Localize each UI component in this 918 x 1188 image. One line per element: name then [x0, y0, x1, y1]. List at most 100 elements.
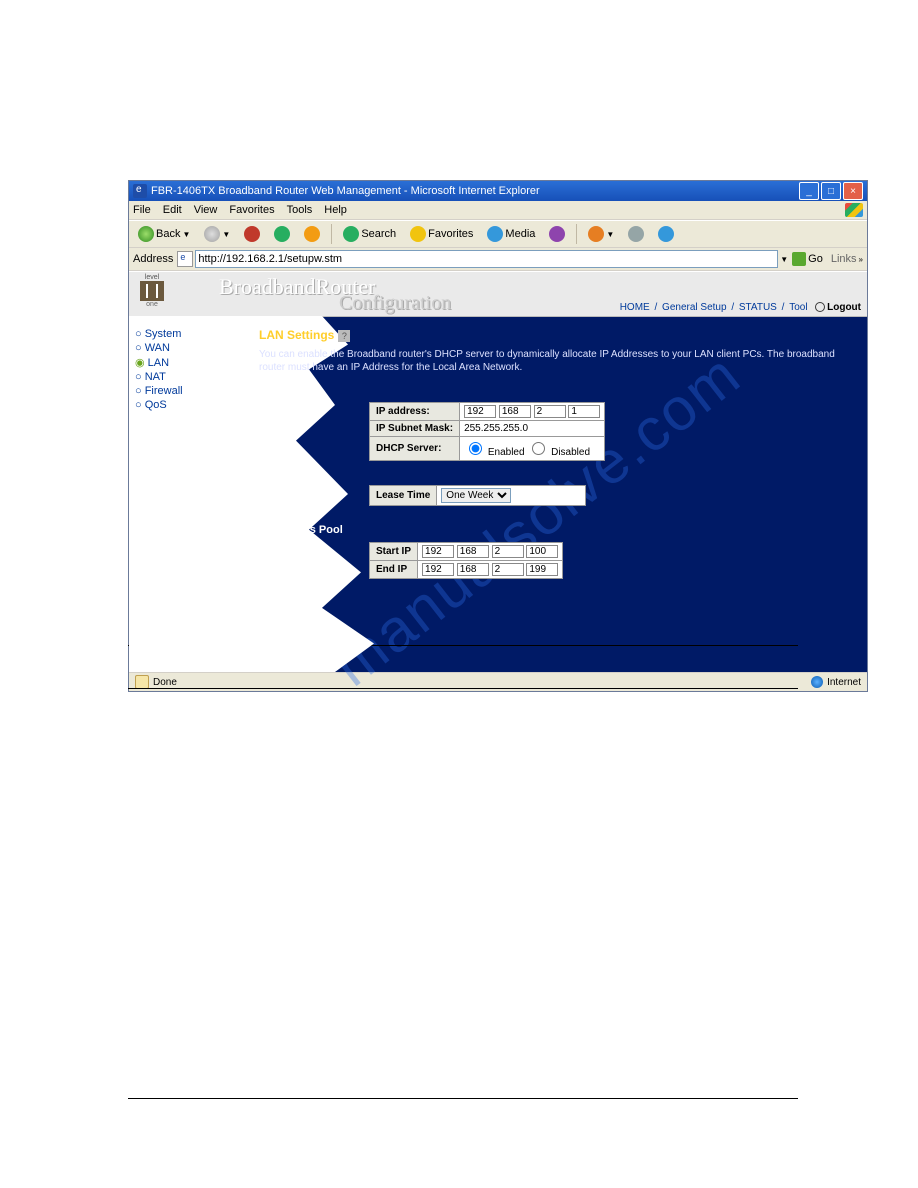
window-maximize-button[interactable]: □ [821, 182, 841, 200]
window-close-button[interactable]: × [843, 182, 863, 200]
back-icon [138, 226, 154, 242]
ip-octet-3[interactable] [534, 405, 566, 418]
logout-icon [815, 302, 825, 312]
forward-icon [204, 226, 220, 242]
url-input[interactable] [195, 250, 778, 268]
sidebar: System WAN LAN NAT Firewall QoS [129, 316, 251, 672]
links-label[interactable]: Links [831, 253, 857, 265]
end-ip-3[interactable] [492, 563, 524, 576]
end-ip-1[interactable] [422, 563, 454, 576]
menubar: File Edit View Favorites Tools Help [129, 201, 867, 220]
sidebar-item-system[interactable]: System [135, 328, 245, 340]
logo-text-1: level [145, 274, 159, 281]
ip-pool-heading: IP Address Pool [259, 524, 851, 536]
ip-octet-2[interactable] [499, 405, 531, 418]
menu-file[interactable]: File [133, 204, 151, 216]
end-ip-4[interactable] [526, 563, 558, 576]
menu-view[interactable]: View [194, 204, 218, 216]
dhcp-enabled-option[interactable]: Enabled [464, 447, 524, 458]
stop-icon [244, 226, 260, 242]
subnet-value: 255.255.255.0 [460, 421, 605, 437]
window-title: FBR-1406TX Broadband Router Web Manageme… [151, 185, 540, 197]
back-button[interactable]: Back▼ [133, 223, 195, 245]
subnet-label: IP Subnet Mask: [370, 421, 460, 437]
brand-logo: level one [133, 274, 171, 312]
back-dropdown-icon[interactable]: ▼ [182, 230, 190, 239]
ip-pool-table: Start IP [369, 542, 563, 579]
favorites-label: Favorites [428, 228, 473, 240]
browser-window: FBR-1406TX Broadband Router Web Manageme… [128, 180, 868, 692]
ip-octet-1[interactable] [464, 405, 496, 418]
start-ip-4[interactable] [526, 545, 558, 558]
logo-text-2: one [146, 301, 158, 308]
start-ip-1[interactable] [422, 545, 454, 558]
menu-help[interactable]: Help [324, 204, 347, 216]
help-icon[interactable]: ? [338, 330, 350, 342]
media-button[interactable]: Media [482, 223, 540, 245]
history-button[interactable] [544, 223, 570, 245]
content: level one BroadbandRouter Configuration … [129, 271, 867, 672]
menu-tools[interactable]: Tools [287, 204, 313, 216]
product-title: BroadbandRouter Configuration [219, 274, 451, 315]
nav-status-link[interactable]: STATUS [739, 302, 777, 313]
search-button[interactable]: Search [338, 223, 401, 245]
nav-general-link[interactable]: General Setup [662, 302, 727, 313]
home-button[interactable] [299, 223, 325, 245]
refresh-button[interactable] [269, 223, 295, 245]
header-nav: HOME / General Setup / STATUS / Tool Log… [618, 302, 861, 313]
start-ip-2[interactable] [457, 545, 489, 558]
address-bar: Address ▼ Go Links» [129, 248, 867, 271]
end-ip-2[interactable] [457, 563, 489, 576]
nav-home-link[interactable]: HOME [620, 302, 650, 313]
start-ip-3[interactable] [492, 545, 524, 558]
print-button[interactable] [623, 223, 649, 245]
sidebar-item-wan[interactable]: WAN [135, 342, 245, 354]
toolbar-separator [576, 224, 577, 244]
sidebar-item-lan[interactable]: LAN [135, 356, 245, 369]
menu-edit[interactable]: Edit [163, 204, 182, 216]
go-button[interactable]: Go [792, 252, 823, 266]
ip-address-label: IP address: [370, 403, 460, 421]
edit-button[interactable] [653, 223, 679, 245]
back-label: Back [156, 228, 180, 240]
url-dropdown-icon[interactable]: ▼ [780, 255, 788, 264]
page-title: LAN Settings? [259, 328, 851, 342]
page-description: You can enable the Broadband router's DH… [259, 348, 851, 374]
window-titlebar: FBR-1406TX Broadband Router Web Manageme… [129, 181, 867, 201]
search-label: Search [361, 228, 396, 240]
media-icon [487, 226, 503, 242]
mail-icon [588, 226, 604, 242]
search-icon [343, 226, 359, 242]
stop-button[interactable] [239, 223, 265, 245]
forward-dropdown-icon[interactable]: ▼ [222, 230, 230, 239]
media-label: Media [505, 228, 535, 240]
go-label: Go [808, 253, 823, 265]
main-panel: LAN Settings? You can enable the Broadba… [251, 316, 867, 672]
sidebar-item-qos[interactable]: QoS [135, 399, 245, 411]
internet-zone-icon [811, 676, 823, 688]
logo-icon [140, 281, 164, 301]
lease-time-label: Lease Time [370, 486, 437, 506]
ip-octet-4[interactable] [568, 405, 600, 418]
sidebar-item-firewall[interactable]: Firewall [135, 385, 245, 397]
divider [128, 1098, 798, 1099]
logout-link[interactable]: Logout [827, 302, 861, 313]
mail-button[interactable]: ▼ [583, 223, 619, 245]
status-icon [135, 675, 149, 689]
internet-zone-label: Internet [827, 677, 861, 688]
history-icon [549, 226, 565, 242]
window-minimize-button[interactable]: _ [799, 182, 819, 200]
end-ip-label: End IP [370, 561, 418, 579]
lease-table: Lease Time One Week [369, 485, 586, 506]
lan-ip-heading: LAN IP [259, 384, 851, 396]
lease-time-select[interactable]: One Week [441, 488, 511, 503]
forward-button[interactable]: ▼ [199, 223, 235, 245]
page-icon [177, 251, 193, 267]
favorites-button[interactable]: Favorites [405, 223, 478, 245]
sidebar-item-nat[interactable]: NAT [135, 371, 245, 383]
dhcp-disabled-option[interactable]: Disabled [527, 447, 590, 458]
menu-favorites[interactable]: Favorites [229, 204, 274, 216]
home-icon [304, 226, 320, 242]
status-text: Done [153, 677, 177, 688]
nav-tool-link[interactable]: Tool [789, 302, 807, 313]
